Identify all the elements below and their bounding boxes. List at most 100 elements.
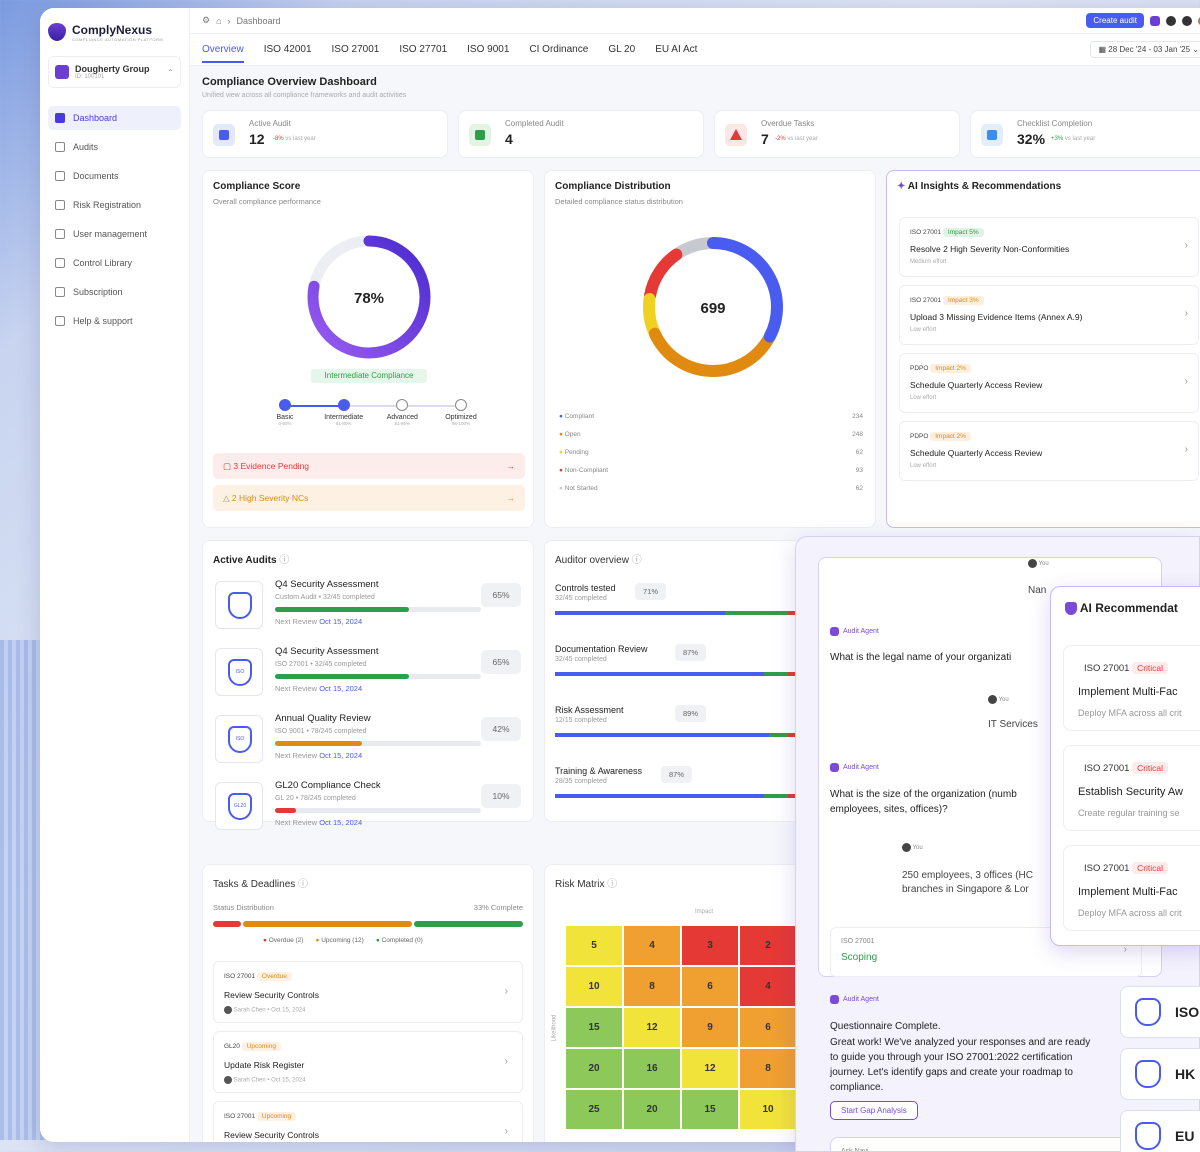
insight-item[interactable]: ISO 27001 Impact 5% Resolve 2 High Severi… [899, 217, 1199, 277]
rec-desc: Deploy MFA across all crit [1078, 708, 1182, 718]
legend-row: ● Pending 62 [559, 443, 863, 461]
insight-title: Upload 3 Missing Evidence Items (Annex A… [910, 312, 1083, 322]
sidebar-item-users[interactable]: User management [48, 222, 181, 246]
audit-name: Q4 Security Assessment [275, 579, 379, 590]
tab-gl-20[interactable]: GL 20 [608, 44, 635, 55]
insight-framework: PDPO Impact 2% [910, 432, 971, 441]
audit-description: ISO 27001 • 32/45 completed [275, 661, 367, 668]
risk-cell[interactable]: 4 [739, 966, 797, 1007]
insight-item[interactable]: PDPO Impact 2% Schedule Quarterly Access … [899, 353, 1199, 413]
risk-cell[interactable]: 4 [623, 925, 681, 966]
kpi-delta: -2% vs last year [775, 136, 818, 142]
user-answer: Nan [1028, 585, 1047, 596]
task-row[interactable]: ISO 27001 Overdue Review Security Control… [213, 961, 523, 1023]
insight-item[interactable]: ISO 27001 Impact 3% Upload 3 Missing Evid… [899, 285, 1199, 345]
risk-cell[interactable]: 10 [565, 966, 623, 1007]
risk-cell[interactable]: 5 [565, 925, 623, 966]
high-severity-alert[interactable]: △ 2 High Severity NCs → [213, 485, 525, 511]
legend-row: ● Non-Compliant 93 [559, 461, 863, 479]
document-icon: ▢ [223, 461, 234, 471]
task-meta: ISO 27001 Overdue [224, 972, 292, 981]
risk-cell[interactable]: 9 [681, 1007, 739, 1048]
sidebar-item-documents[interactable]: Documents [48, 164, 181, 188]
auditor-item-desc: 12/15 completed [555, 717, 607, 724]
task-row[interactable]: GL20 Upcoming Update Risk Register Sarah … [213, 1031, 523, 1093]
shield-icon[interactable] [1150, 15, 1160, 26]
framework-label: ISO 27001 [841, 938, 875, 945]
risk-cell[interactable]: 12 [681, 1048, 739, 1089]
kpi-label: Checklist Completion [1017, 119, 1093, 128]
insight-item[interactable]: PDPO Impact 2% Schedule Quarterly Access … [899, 421, 1199, 481]
framework-tile-iso[interactable]: ISO [1120, 986, 1200, 1038]
risk-cell[interactable]: 25 [565, 1089, 623, 1130]
rec-title: Implement Multi-Fac [1078, 886, 1178, 898]
risk-cell[interactable]: 15 [565, 1007, 623, 1048]
kpi-active-audit[interactable]: Active Audit 12 -8% vs last year [202, 110, 448, 158]
auditor-row[interactable]: Risk Assessment 12/15 completed 89% [555, 705, 795, 759]
audit-row[interactable]: Q4 Security Assessment Custom Audit • 32/… [215, 577, 521, 637]
risk-cell[interactable]: 20 [565, 1048, 623, 1089]
risk-cell[interactable]: 10 [739, 1089, 797, 1130]
insight-framework: ISO 27001 Impact 5% [910, 228, 984, 237]
evidence-pending-alert[interactable]: ▢ 3 Evidence Pending → [213, 453, 525, 479]
risk-cell[interactable]: 8 [623, 966, 681, 1007]
breadcrumb[interactable]: Dashboard [237, 16, 281, 26]
task-title: Review Security Controls [224, 1130, 319, 1140]
settings-icon[interactable]: ⚙ [202, 15, 210, 26]
sidebar-item-subscription[interactable]: Subscription [48, 280, 181, 304]
risk-cell[interactable]: 2 [739, 925, 797, 966]
audit-row[interactable]: GL20 GL20 Compliance Check GL 20 • 78/245 … [215, 778, 521, 838]
tab-iso-9001[interactable]: ISO 9001 [467, 44, 509, 55]
insight-effort: Medium effort [910, 259, 947, 265]
auditor-row[interactable]: Documentation Review 32/45 completed 87% [555, 644, 795, 698]
notification-icon[interactable] [1182, 15, 1192, 26]
recommendation-card[interactable]: ISO 27001 Critical Establish Security Aw C… [1063, 745, 1200, 831]
logo[interactable]: ComplyNexus COMPLIANCE AUTOMATION PLATFO… [40, 8, 189, 44]
bell-icon[interactable] [1166, 15, 1176, 26]
sidebar-item-audits[interactable]: Audits [48, 135, 181, 159]
risk-cell[interactable]: 6 [681, 966, 739, 1007]
framework-tile-hk[interactable]: HK [1120, 1048, 1200, 1100]
recommendation-card[interactable]: ISO 27001 Critical Implement Multi-Fac Dep… [1063, 645, 1200, 731]
tab-iso-27001[interactable]: ISO 27001 [332, 44, 380, 55]
kpi-checklist-completion[interactable]: Checklist Completion 32% +3% vs last yea… [970, 110, 1200, 158]
kpi-overdue-tasks[interactable]: Overdue Tasks 7 -2% vs last year [714, 110, 960, 158]
sidebar-item-dashboard[interactable]: Dashboard [48, 106, 181, 130]
risk-cell[interactable]: 6 [739, 1007, 797, 1048]
tab-overview[interactable]: Overview [202, 44, 244, 63]
kpi-completed-audit[interactable]: Completed Audit 4 [458, 110, 704, 158]
level-steps: Basic 0-50% Intermediate 51-80% Advanced 81… [263, 399, 483, 426]
framework-tile-eu[interactable]: EU [1120, 1110, 1200, 1152]
legend-value: 248 [852, 430, 863, 438]
audit-shield-icon: ISO [215, 715, 263, 763]
auditor-row[interactable]: Controls tested 32/45 completed 71% [555, 583, 795, 637]
date-range-picker[interactable]: ▦ 28 Dec '24 - 03 Jan '25 ⌄ [1089, 41, 1200, 58]
risk-cell[interactable]: 3 [681, 925, 739, 966]
audit-row[interactable]: ISO Q4 Security Assessment ISO 27001 • 32/… [215, 644, 521, 704]
create-audit-button[interactable]: Create audit [1086, 13, 1144, 28]
task-row[interactable]: ISO 27001 Upcoming Review Security Contro… [213, 1101, 523, 1142]
tab-eu-ai-act[interactable]: EU AI Act [655, 44, 697, 55]
donut-slice-4 [673, 237, 716, 259]
sidebar-item-controls[interactable]: Control Library [48, 251, 181, 275]
risk-cell[interactable]: 8 [739, 1048, 797, 1089]
org-switcher[interactable]: Dougherty Group ID: 100101 ⌃ [48, 56, 181, 88]
tab-iso-27701[interactable]: ISO 27701 [399, 44, 447, 55]
card-title: Compliance Score [213, 181, 301, 192]
card-title: ✦ AI Insights & Recommendations [897, 181, 1062, 192]
recommendation-card[interactable]: ISO 27001 Critical Implement Multi-Fac Dep… [1063, 845, 1200, 931]
risk-cell[interactable]: 12 [623, 1007, 681, 1048]
risk-cell[interactable]: 16 [623, 1048, 681, 1089]
tab-ci-ordinance[interactable]: CI Ordinance [529, 44, 588, 55]
home-icon[interactable]: ⌂ [216, 16, 221, 26]
auditor-row[interactable]: Training & Awareness 28/35 completed 87% [555, 766, 795, 820]
tab-iso-42001[interactable]: ISO 42001 [264, 44, 312, 55]
risk-cell[interactable]: 15 [681, 1089, 739, 1130]
sidebar-item-risk[interactable]: Risk Registration [48, 193, 181, 217]
start-gap-analysis-button[interactable]: Start Gap Analysis [830, 1101, 918, 1120]
audit-shield-icon: ISO [215, 648, 263, 696]
chat-input[interactable]: Ask Navi [830, 1137, 1140, 1151]
audit-row[interactable]: ISO Annual Quality Review ISO 9001 • 78/24… [215, 711, 521, 771]
sidebar-item-help[interactable]: Help & support [48, 309, 181, 333]
risk-cell[interactable]: 20 [623, 1089, 681, 1130]
